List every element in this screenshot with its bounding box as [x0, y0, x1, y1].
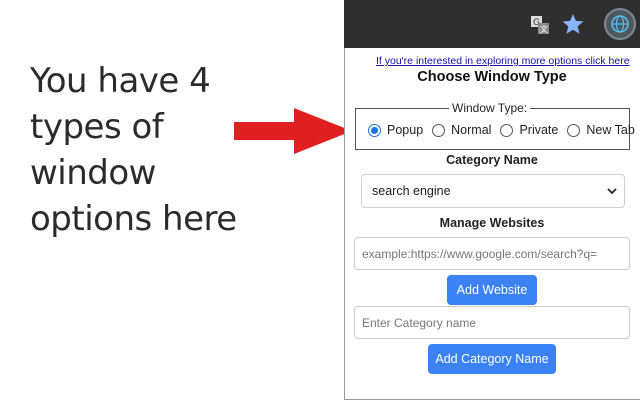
radio-label: New Tab — [586, 123, 635, 137]
promo-text: You have 4 types of window options here — [30, 58, 260, 242]
window-type-legend: Window Type: — [449, 101, 531, 115]
popup-title: Choose Window Type — [417, 69, 567, 85]
promo-line-2: types of — [30, 107, 164, 147]
browser-toolbar — [344, 0, 640, 48]
radio-label: Normal — [451, 123, 492, 137]
svg-text:文: 文 — [540, 24, 548, 34]
radio-popup[interactable]: Popup — [368, 123, 423, 137]
promo-line-3: window — [30, 153, 157, 193]
radio-normal[interactable]: Normal — [432, 123, 491, 137]
more-options-text: If you're interested in exploring more o… — [376, 55, 586, 67]
radio-label: Private — [519, 123, 559, 137]
translate-icon[interactable]: G 文 — [530, 15, 550, 35]
chevron-down-icon — [607, 188, 617, 195]
extension-icon[interactable] — [604, 8, 636, 40]
radio-button[interactable] — [432, 123, 446, 137]
add-category-button[interactable]: Add Category Name — [428, 344, 556, 374]
more-options-link[interactable]: If you're interested in exploring more o… — [376, 55, 630, 67]
click-here-link[interactable]: click here — [585, 55, 629, 67]
radio-button[interactable] — [368, 123, 381, 137]
radio-button[interactable] — [500, 123, 514, 137]
radio-button[interactable] — [567, 123, 581, 137]
globe-icon — [611, 15, 629, 33]
category-name-label: Category Name — [446, 153, 538, 167]
window-type-options: Popup Normal Private New Tab — [368, 123, 635, 137]
manage-websites-label: Manage Websites — [439, 216, 545, 230]
red-arrow-icon — [234, 108, 352, 154]
promo-line-4: options here — [30, 199, 237, 239]
category-select-value: search engine — [372, 184, 451, 198]
promo-line-1: You have 4 — [30, 61, 211, 101]
website-input[interactable] — [354, 237, 630, 270]
radio-new-tab[interactable]: New Tab — [567, 123, 635, 137]
category-name-input[interactable] — [354, 306, 630, 339]
radio-private[interactable]: Private — [500, 123, 558, 137]
category-select[interactable]: search engine — [361, 174, 625, 208]
add-website-button[interactable]: Add Website — [447, 275, 537, 305]
star-icon[interactable] — [561, 12, 585, 36]
radio-label: Popup — [387, 123, 424, 137]
